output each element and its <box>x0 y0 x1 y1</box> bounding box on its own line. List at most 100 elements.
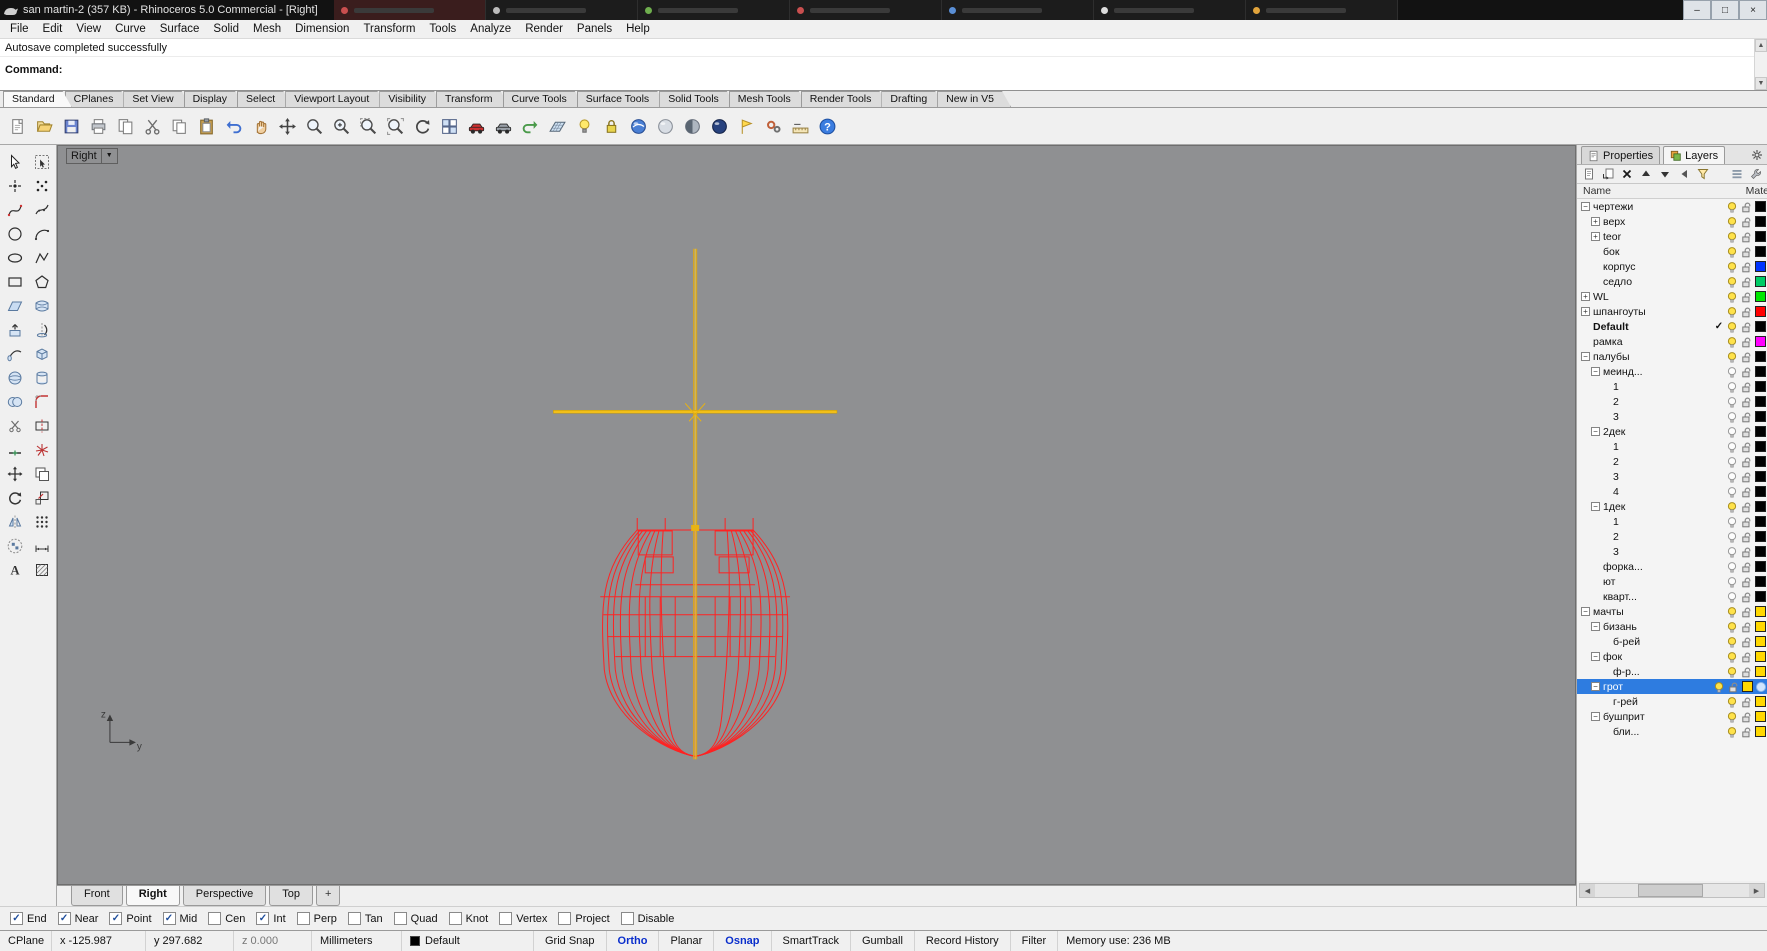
array-tool-button[interactable] <box>28 510 55 534</box>
layer-visibility-bulb-icon[interactable] <box>1725 531 1739 543</box>
options-button[interactable] <box>760 112 786 140</box>
layer-row[interactable]: бок <box>1577 244 1767 259</box>
layer-visibility-bulb-icon[interactable] <box>1725 276 1739 288</box>
move-layer-down-button[interactable] <box>1656 166 1673 182</box>
save-button[interactable] <box>58 112 84 140</box>
checkbox[interactable] <box>208 912 221 925</box>
checkbox[interactable] <box>499 912 512 925</box>
layer-material-ball-icon[interactable] <box>1756 682 1766 692</box>
checkbox[interactable]: ✓ <box>163 912 176 925</box>
layer-color-swatch[interactable] <box>1755 261 1766 272</box>
layer-visibility-bulb-icon[interactable] <box>1725 381 1739 393</box>
layer-color-swatch[interactable] <box>1755 531 1766 542</box>
layer-lock-icon[interactable] <box>1739 651 1753 663</box>
layer-visibility-bulb-icon[interactable] <box>1725 441 1739 453</box>
viewport-tab-front[interactable]: Front <box>71 886 123 906</box>
layer-row[interactable]: 2 <box>1577 529 1767 544</box>
osnap-toggle-near[interactable]: ✓Near <box>58 912 99 925</box>
status-pane-ortho[interactable]: Ortho <box>607 931 660 951</box>
select-tool-button[interactable] <box>1 150 28 174</box>
layer-visibility-bulb-icon[interactable] <box>1725 711 1739 723</box>
layer-row[interactable]: 4 <box>1577 484 1767 499</box>
layer-row[interactable]: −бушприт <box>1577 709 1767 724</box>
layer-row[interactable]: рамка <box>1577 334 1767 349</box>
layer-visibility-bulb-icon[interactable] <box>1725 231 1739 243</box>
layer-color-swatch[interactable] <box>1755 351 1766 362</box>
layer-lock-icon[interactable] <box>1739 336 1753 348</box>
layer-lock-icon[interactable] <box>1739 441 1753 453</box>
move-tool-button[interactable] <box>1 462 28 486</box>
copy-button[interactable] <box>166 112 192 140</box>
layer-expander-collapse[interactable]: − <box>1591 652 1600 661</box>
layer-expander-collapse[interactable]: − <box>1591 622 1600 631</box>
layer-lock-icon[interactable] <box>1739 456 1753 468</box>
layer-lock-icon[interactable] <box>1739 666 1753 678</box>
layer-row[interactable]: +WL <box>1577 289 1767 304</box>
layer-expander-collapse[interactable]: − <box>1591 427 1600 436</box>
status-pane-smarttrack[interactable]: SmartTrack <box>772 931 851 951</box>
pan-view-button[interactable] <box>247 112 273 140</box>
layer-visibility-bulb-icon[interactable] <box>1725 351 1739 363</box>
checkbox[interactable]: ✓ <box>58 912 71 925</box>
layer-color-swatch[interactable] <box>1755 591 1766 602</box>
menu-mesh[interactable]: Mesh <box>246 21 288 37</box>
layer-color-swatch[interactable] <box>1755 321 1766 332</box>
command-scrollbar[interactable]: ▲ ▼ <box>1754 39 1767 90</box>
layer-tools-button[interactable] <box>1747 166 1764 182</box>
layer-row[interactable]: −бизань <box>1577 619 1767 634</box>
layer-visibility-bulb-icon[interactable] <box>1725 621 1739 633</box>
layer-expander-expand[interactable]: + <box>1581 307 1590 316</box>
render-button[interactable] <box>625 112 651 140</box>
toolbar-tab-solid-tools[interactable]: Solid Tools <box>659 91 736 107</box>
layer-visibility-bulb-icon[interactable] <box>1725 636 1739 648</box>
layer-visibility-bulb-icon[interactable] <box>1725 516 1739 528</box>
osnap-toggle-end[interactable]: ✓End <box>10 912 47 925</box>
layer-row[interactable]: седло <box>1577 274 1767 289</box>
layer-visibility-bulb-icon[interactable] <box>1712 681 1726 693</box>
layer-visibility-bulb-icon[interactable] <box>1725 411 1739 423</box>
layer-expander-collapse[interactable]: − <box>1591 367 1600 376</box>
layer-lock-icon[interactable] <box>1739 531 1753 543</box>
toolbar-tab-set-view[interactable]: Set View <box>123 91 190 107</box>
viewport-title-menu[interactable]: Right ▼ <box>66 148 118 164</box>
layer-row[interactable]: −2дек <box>1577 424 1767 439</box>
menu-curve[interactable]: Curve <box>108 21 153 37</box>
panel-tab-properties[interactable]: Properties <box>1581 146 1660 164</box>
add-viewport-tab[interactable]: + <box>316 886 340 906</box>
scrollbar-track[interactable] <box>1595 884 1749 897</box>
checkbox[interactable]: ✓ <box>10 912 23 925</box>
layer-color-swatch[interactable] <box>1755 291 1766 302</box>
layer-visibility-bulb-icon[interactable] <box>1725 261 1739 273</box>
scale-tool-button[interactable] <box>28 486 55 510</box>
checkbox[interactable] <box>621 912 634 925</box>
arc-tool-button[interactable] <box>28 222 55 246</box>
layer-color-swatch[interactable] <box>1755 666 1766 677</box>
layer-color-swatch[interactable] <box>1755 546 1766 557</box>
lock-objects-button[interactable] <box>598 112 624 140</box>
selection-filter-tool-button[interactable] <box>28 150 55 174</box>
layer-visibility-bulb-icon[interactable] <box>1725 306 1739 318</box>
layer-color-swatch[interactable] <box>1755 726 1766 737</box>
osnap-toggle-point[interactable]: ✓Point <box>109 912 151 925</box>
layer-color-swatch[interactable] <box>1755 216 1766 227</box>
set-cplane-button[interactable] <box>544 112 570 140</box>
viewport-layout-button[interactable] <box>436 112 462 140</box>
rotate-view-button[interactable] <box>409 112 435 140</box>
layer-lock-icon[interactable] <box>1739 246 1753 258</box>
menu-dimension[interactable]: Dimension <box>288 21 356 37</box>
scroll-up-icon[interactable]: ▲ <box>1755 39 1767 52</box>
hatch-tool-button[interactable] <box>28 558 55 582</box>
minimize-button[interactable]: – <box>1683 0 1711 20</box>
layer-row[interactable]: −фок <box>1577 649 1767 664</box>
layer-color-swatch[interactable] <box>1755 621 1766 632</box>
polyline-tool-button[interactable] <box>28 246 55 270</box>
layer-lock-icon[interactable] <box>1739 381 1753 393</box>
rendered-display-button[interactable] <box>706 112 732 140</box>
viewport-right[interactable]: Right ▼ zy <box>57 145 1576 885</box>
layer-color-swatch[interactable] <box>1755 711 1766 722</box>
fillet-tool-button[interactable] <box>28 390 55 414</box>
checkbox[interactable]: ✓ <box>256 912 269 925</box>
toolbar-tab-transform[interactable]: Transform <box>436 91 509 107</box>
layer-expander-collapse[interactable]: − <box>1581 607 1590 616</box>
group-tool-button[interactable] <box>1 534 28 558</box>
